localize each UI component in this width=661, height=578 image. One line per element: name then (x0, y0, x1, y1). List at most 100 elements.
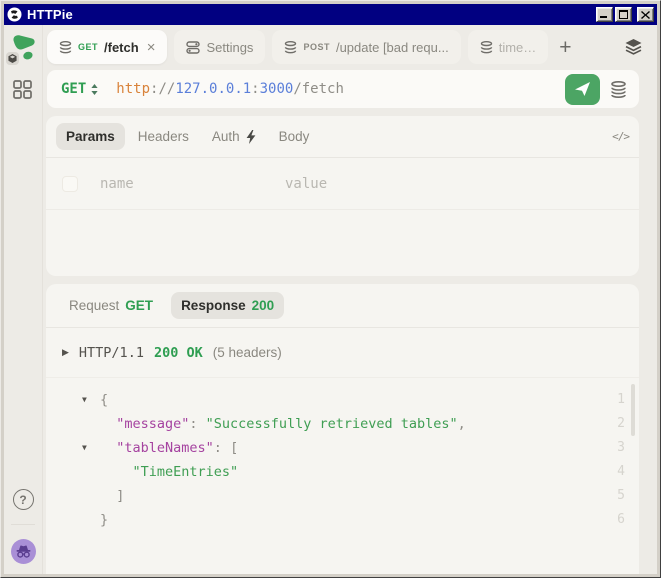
method-dropdown-arrows-icon (91, 84, 98, 95)
param-row: name value (46, 158, 639, 210)
response-tab-label: Response (181, 298, 246, 313)
url-input[interactable]: http://127.0.0.1:3000/fetch (116, 81, 565, 97)
json-string: "Successfully retrieved tables" (206, 416, 458, 432)
url-scheme: http (116, 81, 150, 97)
main-area: GET /fetch × Settings POST /update [bad … (43, 25, 657, 574)
code-line: "message": "Successfully retrieved table… (46, 412, 639, 436)
param-value-input[interactable]: value (285, 176, 327, 192)
json-punct: } (100, 512, 108, 528)
code-line: ]5 (46, 484, 639, 508)
close-tab-icon[interactable]: × (147, 40, 156, 55)
logo-package-badge-icon (6, 52, 19, 65)
method-label: GET (61, 81, 86, 97)
httpie-window-icon (7, 7, 23, 23)
httpie-logo (8, 32, 38, 62)
layers-icon[interactable] (624, 38, 643, 56)
window-title: HTTPie (27, 7, 596, 22)
code-line: ▼ "tableNames": [3 (46, 436, 639, 460)
app-content: ? GET /fetch × Settings (4, 25, 657, 574)
url-path: /fetch (293, 81, 344, 97)
url-host: 127.0.0.1 (175, 81, 251, 97)
line-number: 1 (617, 388, 625, 412)
tab-settings[interactable]: Settings (174, 30, 265, 64)
line-number: 4 (617, 460, 625, 484)
headers-count-label: (5 headers) (213, 345, 282, 360)
tab-auth-label: Auth (212, 129, 240, 144)
tab-headers[interactable]: Headers (128, 123, 199, 150)
url-row: GET http://127.0.0.1:3000/fetch (43, 69, 657, 116)
code-view-icon[interactable]: </> (612, 130, 629, 143)
json-punct: , (458, 416, 466, 432)
json-string: "TimeEntries" (100, 464, 238, 480)
url-bar[interactable]: GET http://127.0.0.1:3000/fetch (47, 70, 639, 108)
request-options-stack-icon[interactable] (610, 81, 627, 98)
tab-response[interactable]: Response 200 (171, 292, 284, 319)
collapse-icon[interactable]: ▼ (82, 388, 87, 412)
response-status-line[interactable]: ▶ HTTP/1.1 200 OK (5 headers) (46, 328, 639, 378)
send-button[interactable] (565, 74, 600, 105)
sidebar-divider (11, 524, 35, 525)
tab-path-label: time… (499, 40, 537, 55)
status-code-label: 200 OK (154, 345, 203, 361)
spaces-grid-icon[interactable] (13, 80, 33, 100)
line-number: 3 (617, 436, 625, 460)
request-tab-method: GET (125, 298, 153, 313)
url-port: 3000 (260, 81, 294, 97)
url-separator: :// (150, 81, 175, 97)
code-line: ▼ {1 (46, 388, 639, 412)
json-key: "tableNames" (100, 440, 214, 456)
method-selector[interactable]: GET (61, 81, 98, 97)
tab-params[interactable]: Params (56, 123, 125, 150)
line-number: 6 (617, 508, 625, 532)
tab-method-label: POST (303, 42, 330, 52)
json-punct: [ (230, 440, 238, 456)
json-key: "message" (100, 416, 189, 432)
protocol-label: HTTP/1.1 (79, 345, 144, 361)
tab-auth[interactable]: Auth (202, 123, 266, 150)
tab-method-label: GET (78, 42, 98, 52)
tab-time-draft[interactable]: time… (468, 30, 549, 64)
tab-get-fetch[interactable]: GET /fetch × (47, 30, 167, 64)
close-button[interactable] (637, 7, 654, 22)
tab-request[interactable]: Request GET (59, 292, 163, 319)
json-punct: ] (100, 488, 124, 504)
paper-plane-icon (574, 81, 591, 97)
line-number: 2 (617, 412, 625, 436)
tab-post-update[interactable]: POST /update [bad requ... (272, 30, 460, 64)
collapse-icon[interactable]: ▼ (82, 436, 87, 460)
maximize-button[interactable] (615, 7, 632, 22)
code-line: }6 (46, 508, 639, 532)
response-status-badge: 200 (252, 298, 275, 313)
json-punct: { (100, 392, 108, 408)
url-port-separator: : (251, 81, 259, 97)
user-avatar[interactable] (11, 539, 36, 564)
param-name-input[interactable]: name (100, 176, 285, 192)
window-controls (596, 7, 654, 22)
request-stack-icon (59, 41, 72, 54)
tab-body[interactable]: Body (269, 123, 320, 150)
tab-path-label: /fetch (104, 40, 139, 55)
minimize-button[interactable] (596, 7, 613, 22)
expand-icon[interactable]: ▶ (62, 347, 69, 358)
lightning-bolt-icon (246, 130, 256, 144)
scrollbar-thumb[interactable] (631, 384, 635, 436)
request-editor-tabs: Params Headers Auth Body </> (46, 116, 639, 158)
tab-bar: GET /fetch × Settings POST /update [bad … (43, 25, 657, 69)
sidebar: ? (4, 25, 43, 574)
request-editor-panel: Params Headers Auth Body </> name value (46, 116, 639, 276)
request-stack-icon (284, 41, 297, 54)
response-panel: Request GET Response 200 ▶ HTTP/1.1 200 … (46, 284, 639, 574)
settings-toggles-icon (186, 41, 200, 54)
param-checkbox[interactable] (62, 176, 78, 192)
response-tabs: Request GET Response 200 (46, 284, 639, 328)
response-body[interactable]: ▼ {1 "message": "Successfully retrieved t… (46, 378, 639, 532)
new-tab-button[interactable]: + (555, 37, 575, 58)
request-stack-icon (480, 41, 493, 54)
json-punct: : (189, 416, 205, 432)
help-icon[interactable]: ? (13, 489, 34, 510)
titlebar[interactable]: HTTPie (4, 4, 657, 25)
json-punct: : (214, 440, 230, 456)
tab-path-label: /update [bad requ... (336, 40, 449, 55)
tab-settings-label: Settings (206, 40, 253, 55)
request-tab-label: Request (69, 298, 119, 313)
